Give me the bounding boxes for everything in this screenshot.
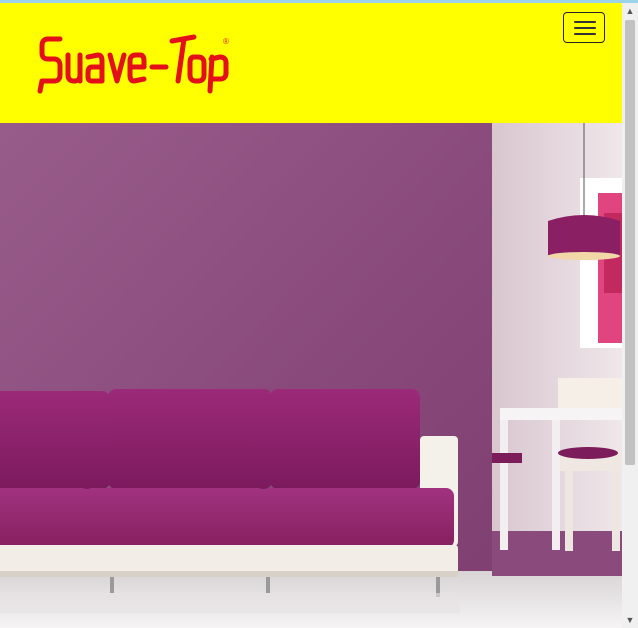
sofa-seat-cushion (0, 488, 90, 548)
scroll-up-icon[interactable]: ▲ (622, 3, 638, 19)
hamburger-menu-icon-bar-2 (574, 27, 596, 29)
hero-image (0, 123, 622, 628)
svg-text:®: ® (223, 37, 229, 46)
page-scrollbar[interactable]: ▲ ▼ (622, 3, 638, 628)
site-header: ® (0, 3, 622, 123)
suave-top-logo: ® (37, 34, 229, 94)
hamburger-menu-icon (574, 21, 596, 23)
site-logo[interactable]: ® (34, 29, 234, 99)
sofa-back-cushion (0, 391, 110, 489)
scrollbar-thumb[interactable] (625, 20, 635, 465)
dining-table (500, 408, 622, 420)
sofa-base (0, 545, 458, 575)
menu-toggle-button[interactable] (563, 12, 605, 43)
living-room-illustration (0, 123, 622, 628)
dining-chair (558, 378, 622, 408)
scroll-down-icon[interactable]: ▼ (622, 612, 638, 628)
hamburger-menu-icon-bar-3 (574, 33, 596, 35)
